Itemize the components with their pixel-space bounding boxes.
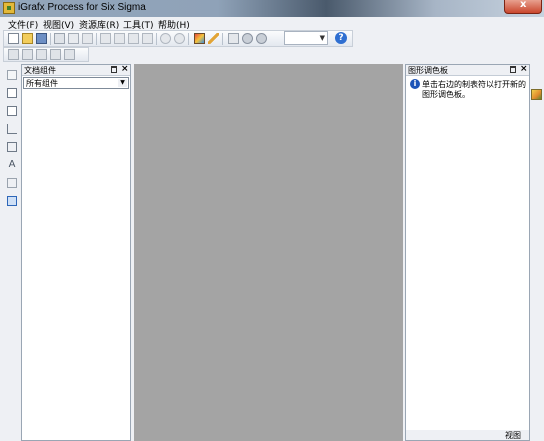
drawing-canvas[interactable]: [134, 64, 403, 441]
line-tool-icon[interactable]: [7, 142, 17, 152]
pin-icon[interactable]: [510, 66, 516, 73]
page-tool-icon[interactable]: [7, 196, 17, 206]
align-icon[interactable]: [8, 49, 19, 60]
rectangle-tool-icon[interactable]: [7, 106, 17, 116]
documents-panel-title: 文档组件: [24, 66, 56, 75]
palette-footer: 视图: [406, 430, 529, 440]
pin-icon[interactable]: [111, 66, 117, 73]
info-icon: i: [410, 79, 420, 89]
back-icon[interactable]: [242, 33, 253, 44]
palette-panel-header: 图形调色板 ×: [406, 64, 529, 76]
chevron-down-icon[interactable]: ▼: [320, 34, 325, 42]
help-icon[interactable]: ?: [335, 32, 347, 44]
app-logo-icon: [3, 2, 15, 14]
paste-icon[interactable]: [128, 33, 139, 44]
view-menu-button[interactable]: 视图: [505, 430, 521, 441]
diagram-icon[interactable]: [228, 33, 239, 44]
shape-tool-icon[interactable]: [7, 88, 17, 98]
lock-icon[interactable]: [64, 49, 75, 60]
table-tool-icon[interactable]: [7, 178, 17, 188]
documents-panel: 文档组件 × 所有组件 ▼: [21, 64, 131, 441]
tool-strip: A: [4, 66, 21, 216]
toolbar-separator: [156, 33, 157, 45]
format-painter-icon[interactable]: [142, 33, 153, 44]
chevron-down-icon[interactable]: ▼: [118, 79, 127, 87]
save-icon[interactable]: [36, 33, 47, 44]
forward-icon[interactable]: [256, 33, 267, 44]
title-bar: iGrafx Process for Six Sigma: [0, 0, 544, 17]
connector-tool-icon[interactable]: [7, 124, 17, 134]
pencil-icon[interactable]: [208, 33, 219, 44]
window-close-button[interactable]: [504, 0, 542, 14]
toolbar-separator: [188, 33, 189, 45]
menu-bar: 文件(F) 视图(V) 资源库(R) 工具(T) 帮助(H): [0, 17, 544, 31]
toolbar-separator: [222, 33, 223, 45]
open-icon[interactable]: [22, 33, 33, 44]
pointer-tool-icon[interactable]: [7, 70, 17, 80]
spell-check-icon[interactable]: [82, 33, 93, 44]
text-tool-icon[interactable]: A: [7, 160, 17, 170]
redo-icon[interactable]: [174, 33, 185, 44]
shape-palette-panel: 图形调色板 × i 单击右边的制表符以打开新的 图形调色板。 视图: [405, 64, 530, 441]
close-icon[interactable]: ×: [121, 64, 129, 74]
ungroup-icon[interactable]: [50, 49, 61, 60]
close-icon[interactable]: ×: [520, 64, 528, 74]
new-icon[interactable]: [8, 33, 19, 44]
copy-icon[interactable]: [114, 33, 125, 44]
undo-icon[interactable]: [160, 33, 171, 44]
component-filter-select[interactable]: 所有组件 ▼: [23, 77, 129, 89]
toolbar-separator: [96, 33, 97, 45]
component-filter-value: 所有组件: [26, 79, 58, 88]
color-palette-icon[interactable]: [194, 33, 205, 44]
print-icon[interactable]: [54, 33, 65, 44]
palette-panel-title: 图形调色板: [408, 66, 448, 75]
palette-message-line2: 图形调色板。: [422, 90, 470, 99]
distribute-icon[interactable]: [22, 49, 33, 60]
toolbar-separator: [50, 33, 51, 45]
print-preview-icon[interactable]: [68, 33, 79, 44]
palette-tab-icon[interactable]: [531, 89, 542, 100]
drawing-toolbar: [3, 47, 89, 62]
zoom-combo[interactable]: ▼: [284, 31, 328, 45]
window-title: iGrafx Process for Six Sigma: [18, 2, 146, 13]
cut-icon[interactable]: [100, 33, 111, 44]
documents-panel-header: 文档组件 ×: [22, 64, 130, 76]
group-icon[interactable]: [36, 49, 47, 60]
